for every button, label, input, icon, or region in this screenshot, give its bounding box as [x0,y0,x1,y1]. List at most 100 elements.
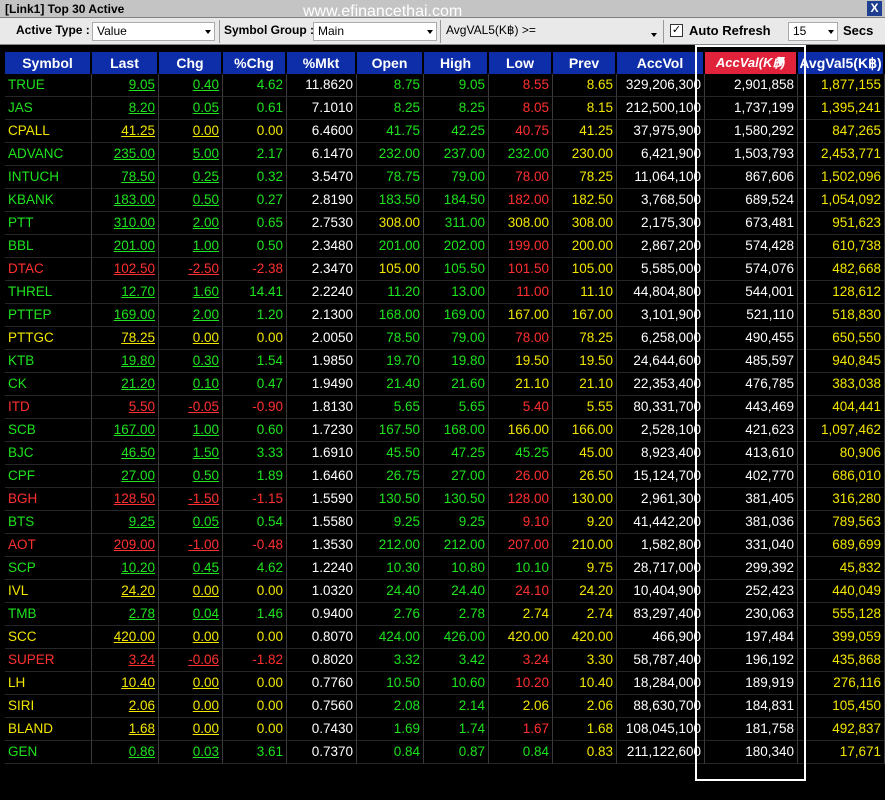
cell-symbol[interactable]: LH [5,672,92,695]
cell-symbol[interactable]: KBANK [5,189,92,212]
column-header-pmkt[interactable]: %Mkt [287,52,355,74]
cell-last[interactable]: 9.25 [92,511,159,534]
cell-last[interactable]: 0.86 [92,741,159,764]
cell-symbol[interactable]: SCP [5,557,92,580]
cell-last[interactable]: 27.00 [92,465,159,488]
cell-chg[interactable]: 0.04 [159,603,223,626]
cell-symbol[interactable]: TRUE [5,74,92,97]
column-header-open[interactable]: Open [357,52,422,74]
cell-symbol[interactable]: ITD [5,396,92,419]
column-header-pchg[interactable]: %Chg [223,52,285,74]
cell-symbol[interactable]: PTTEP [5,304,92,327]
cell-last[interactable]: 167.00 [92,419,159,442]
cell-chg[interactable]: -1.00 [159,534,223,557]
column-header-low[interactable]: Low [489,52,551,74]
cell-chg[interactable]: 0.03 [159,741,223,764]
cell-symbol[interactable]: BTS [5,511,92,534]
cell-symbol[interactable]: PTT [5,212,92,235]
cell-last[interactable]: 102.50 [92,258,159,281]
cell-chg[interactable]: 0.00 [159,626,223,649]
cell-symbol[interactable]: SIRI [5,695,92,718]
cell-last[interactable]: 201.00 [92,235,159,258]
cell-chg[interactable]: 1.60 [159,281,223,304]
cell-symbol[interactable]: BGH [5,488,92,511]
cell-symbol[interactable]: TMB [5,603,92,626]
column-header-prev[interactable]: Prev [553,52,615,74]
cell-symbol[interactable]: AOT [5,534,92,557]
cell-chg[interactable]: 0.50 [159,189,223,212]
cell-last[interactable]: 8.20 [92,97,159,120]
cell-last[interactable]: 24.20 [92,580,159,603]
cell-symbol[interactable]: SCB [5,419,92,442]
cell-last[interactable]: 420.00 [92,626,159,649]
cell-symbol[interactable]: INTUCH [5,166,92,189]
cell-symbol[interactable]: CK [5,373,92,396]
cell-chg[interactable]: 0.05 [159,511,223,534]
column-header-avgval5[interactable]: AvgVal5(K฿) [798,52,883,74]
cell-last[interactable]: 19.80 [92,350,159,373]
cell-last[interactable]: 183.00 [92,189,159,212]
cell-chg[interactable]: 0.25 [159,166,223,189]
cell-symbol[interactable]: KTB [5,350,92,373]
cell-chg[interactable]: -0.05 [159,396,223,419]
cell-chg[interactable]: 0.45 [159,557,223,580]
cell-last[interactable]: 1.68 [92,718,159,741]
cell-chg[interactable]: 0.00 [159,580,223,603]
cell-chg[interactable]: 1.00 [159,419,223,442]
cell-last[interactable]: 10.40 [92,672,159,695]
cell-symbol[interactable]: BLAND [5,718,92,741]
cell-chg[interactable]: 1.00 [159,235,223,258]
cell-chg[interactable]: 0.00 [159,672,223,695]
cell-last[interactable]: 209.00 [92,534,159,557]
cell-last[interactable]: 21.20 [92,373,159,396]
cell-symbol[interactable]: CPF [5,465,92,488]
cell-symbol[interactable]: IVL [5,580,92,603]
cell-last[interactable]: 10.20 [92,557,159,580]
column-header-last[interactable]: Last [92,52,157,74]
cell-last[interactable]: 41.25 [92,120,159,143]
cell-symbol[interactable]: THREL [5,281,92,304]
cell-last[interactable]: 78.25 [92,327,159,350]
cell-chg[interactable]: -0.06 [159,649,223,672]
cell-chg[interactable]: 0.40 [159,74,223,97]
refresh-interval-select[interactable]: 15 [788,22,838,41]
column-header-high[interactable]: High [424,52,487,74]
cell-chg[interactable]: 0.05 [159,97,223,120]
cell-chg[interactable]: -2.50 [159,258,223,281]
cell-symbol[interactable]: PTTGC [5,327,92,350]
cell-chg[interactable]: 0.00 [159,327,223,350]
cell-last[interactable]: 169.00 [92,304,159,327]
column-header-accvol[interactable]: AccVol [617,52,703,74]
close-button[interactable]: X [867,1,882,16]
cell-last[interactable]: 128.50 [92,488,159,511]
cell-last[interactable]: 78.50 [92,166,159,189]
symbol-group-select[interactable]: Main [313,22,437,41]
cell-chg[interactable]: 0.10 [159,373,223,396]
column-header-symbol[interactable]: Symbol [5,52,90,74]
cell-chg[interactable]: 0.00 [159,120,223,143]
cell-chg[interactable]: -1.50 [159,488,223,511]
avgval-filter-field[interactable]: AvgVAL5(K฿) >= [442,22,660,41]
active-type-select[interactable]: Value [92,22,215,41]
cell-chg[interactable]: 0.30 [159,350,223,373]
cell-last[interactable]: 2.78 [92,603,159,626]
column-header-chg[interactable]: Chg [159,52,221,74]
cell-last[interactable]: 2.06 [92,695,159,718]
cell-symbol[interactable]: CPALL [5,120,92,143]
cell-last[interactable]: 3.24 [92,649,159,672]
cell-symbol[interactable]: BBL [5,235,92,258]
cell-symbol[interactable]: SCC [5,626,92,649]
cell-last[interactable]: 235.00 [92,143,159,166]
cell-chg[interactable]: 2.00 [159,212,223,235]
cell-chg[interactable]: 2.00 [159,304,223,327]
cell-symbol[interactable]: DTAC [5,258,92,281]
cell-symbol[interactable]: JAS [5,97,92,120]
cell-chg[interactable]: 1.50 [159,442,223,465]
cell-last[interactable]: 310.00 [92,212,159,235]
auto-refresh-checkbox[interactable]: ✓ [670,24,683,37]
cell-chg[interactable]: 5.00 [159,143,223,166]
cell-last[interactable]: 5.50 [92,396,159,419]
cell-symbol[interactable]: ADVANC [5,143,92,166]
cell-last[interactable]: 12.70 [92,281,159,304]
cell-chg[interactable]: 0.00 [159,718,223,741]
